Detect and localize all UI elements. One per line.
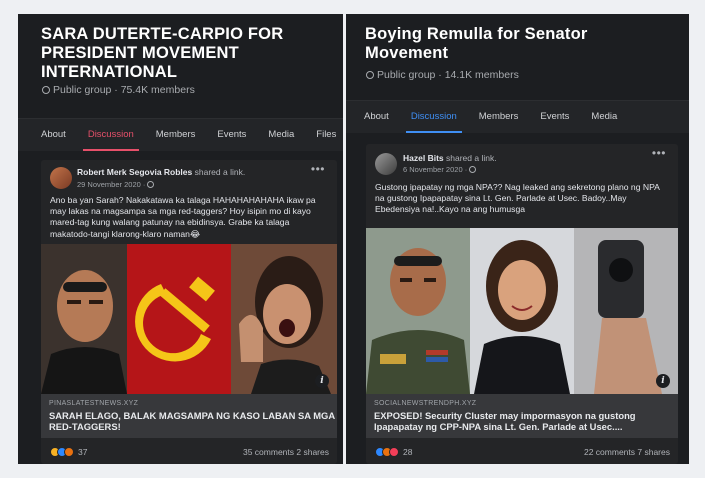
shares-count[interactable]: 7 shares — [637, 447, 670, 457]
post-stats: 22 comments 7 shares — [584, 447, 670, 457]
tab-about[interactable]: About — [41, 118, 66, 150]
post-text: Gustong ipapatay ng mga NPA?? Nag leaked… — [375, 182, 660, 215]
post-action: shared a link. — [446, 153, 497, 163]
tab-discussion[interactable]: Discussion — [405, 100, 462, 133]
left-group-panel: SARA DUTERTE-CARPIO FOR PRESIDENT MOVEME… — [18, 14, 343, 464]
group-privacy-members: Public group · 75.4K members — [53, 84, 195, 96]
collage-image — [366, 228, 678, 394]
reaction-count: 37 — [78, 447, 88, 457]
link-domain: SOCIALNEWSTRENDPH.XYZ — [374, 400, 477, 407]
tab-members[interactable]: Members — [156, 118, 196, 150]
post-date[interactable]: 6 November 2020 · — [403, 165, 477, 174]
link-headline: EXPOSED! Security Cluster may impormasyo… — [374, 410, 636, 433]
post-author-line: Robert Merk Segovia Robles shared a link… — [77, 167, 245, 177]
link-domain: PINASLATESTNEWS.XYZ — [49, 400, 139, 407]
post-text: Ano ba yan Sarah? Nakakatawa ka talaga H… — [50, 195, 316, 239]
post-action: shared a link. — [194, 167, 246, 177]
post-date[interactable]: 29 November 2020 · — [77, 180, 155, 189]
info-icon[interactable]: i — [315, 374, 329, 388]
globe-icon — [42, 86, 50, 94]
tab-media[interactable]: Media — [591, 100, 617, 132]
tab-about[interactable]: About — [364, 100, 389, 132]
tab-events[interactable]: Events — [540, 100, 569, 132]
tab-files[interactable]: Files — [316, 118, 336, 150]
post-stats: 35 comments 2 shares — [243, 447, 329, 457]
link-headline: SARAH ELAGO, BALAK MAGSAMPA NG KASO LABA… — [49, 410, 335, 433]
link-preview-image[interactable]: i — [41, 244, 337, 394]
group-tabs: About Discussion Members Events Media Fi… — [18, 118, 343, 151]
info-icon[interactable]: i — [656, 374, 670, 388]
collage-image — [41, 244, 337, 394]
tab-members[interactable]: Members — [479, 100, 519, 132]
group-tabs: About Discussion Members Events Media — [346, 100, 689, 133]
group-meta: Public group · 14.1K members — [366, 69, 519, 81]
post-footer: 37 35 comments 2 shares — [41, 442, 337, 464]
link-preview[interactable]: PINASLATESTNEWS.XYZ SARAH ELAGO, BALAK M… — [41, 394, 337, 438]
avatar[interactable] — [375, 153, 397, 175]
globe-icon — [147, 181, 155, 188]
post-card: Hazel Bits shared a link. 6 November 202… — [366, 144, 678, 464]
reactions[interactable]: 28 — [375, 447, 412, 457]
reactions[interactable]: 37 — [50, 447, 87, 457]
link-preview-image[interactable]: i — [366, 228, 678, 394]
comments-count[interactable]: 22 comments — [584, 447, 635, 457]
author-name[interactable]: Hazel Bits — [403, 153, 444, 163]
more-options-icon[interactable]: ••• — [652, 146, 666, 160]
angry-reaction-icon — [64, 447, 74, 457]
globe-icon — [366, 71, 374, 79]
tab-media[interactable]: Media — [268, 118, 294, 150]
link-preview[interactable]: SOCIALNEWSTRENDPH.XYZ EXPOSED! Security … — [366, 394, 678, 438]
tab-events[interactable]: Events — [217, 118, 246, 150]
right-group-panel: Boying Remulla for Senator Movement Publ… — [346, 14, 689, 464]
avatar[interactable] — [50, 167, 72, 189]
group-title: Boying Remulla for Senator Movement — [365, 25, 588, 62]
group-privacy-members: Public group · 14.1K members — [377, 69, 519, 81]
group-title: SARA DUTERTE-CARPIO FOR PRESIDENT MOVEME… — [41, 25, 284, 81]
shares-count[interactable]: 2 shares — [296, 447, 329, 457]
reaction-count: 28 — [403, 447, 413, 457]
author-name[interactable]: Robert Merk Segovia Robles — [77, 167, 192, 177]
group-meta: Public group · 75.4K members — [42, 84, 195, 96]
love-reaction-icon — [389, 447, 399, 457]
post-footer: 28 22 comments 7 shares — [366, 442, 678, 464]
post-card: Robert Merk Segovia Robles shared a link… — [41, 160, 337, 464]
globe-icon — [469, 166, 477, 173]
post-author-line: Hazel Bits shared a link. — [403, 153, 497, 163]
comments-count[interactable]: 35 comments — [243, 447, 294, 457]
tab-discussion[interactable]: Discussion — [82, 118, 139, 151]
more-options-icon[interactable]: ••• — [311, 162, 325, 176]
